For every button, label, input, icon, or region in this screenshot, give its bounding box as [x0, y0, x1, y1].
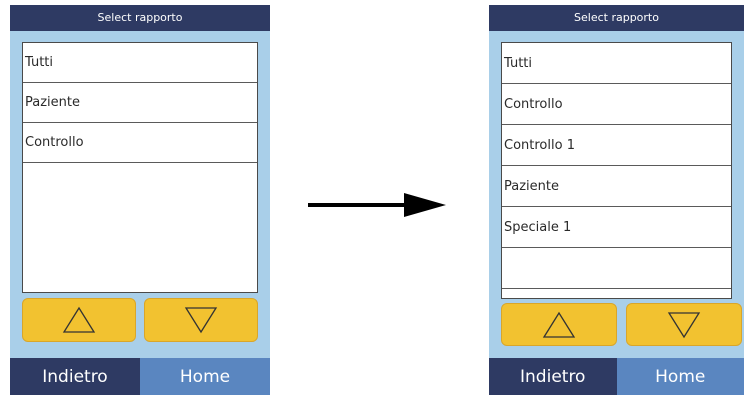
back-button[interactable]: Indietro: [489, 358, 617, 395]
triangle-up-icon: [62, 306, 96, 333]
list-item-label: Tutti: [504, 55, 533, 71]
list-item-speciale-1[interactable]: Speciale 1: [502, 207, 731, 248]
bottom-nav: Indietro Home: [10, 358, 270, 395]
bottom-nav: Indietro Home: [489, 358, 744, 395]
screen-title: Select rapporto: [10, 5, 270, 31]
list-item-paziente[interactable]: Paziente: [502, 166, 731, 207]
scroll-down-button[interactable]: [626, 303, 742, 346]
triangle-up-icon: [542, 311, 576, 338]
screen-after: Select rapporto Tutti Controllo Controll…: [489, 5, 744, 395]
list-item-label: Speciale 1: [504, 219, 572, 235]
list-item-tutti[interactable]: Tutti: [502, 43, 731, 84]
home-button[interactable]: Home: [616, 358, 744, 395]
scroll-up-button[interactable]: [501, 303, 617, 346]
list-item-label: Controllo: [504, 96, 563, 112]
scroll-up-button[interactable]: [22, 298, 136, 342]
list-item-label: Tutti: [25, 55, 54, 70]
list-item-controllo[interactable]: Controllo: [502, 84, 731, 125]
scroll-down-button[interactable]: [144, 298, 258, 342]
screen-before: Select rapporto Tutti Paziente Controllo…: [10, 5, 270, 395]
back-button[interactable]: Indietro: [10, 358, 140, 395]
list-item-label: Controllo: [25, 135, 84, 150]
list-item-empty: [502, 248, 731, 289]
list-item-label: Paziente: [504, 178, 559, 194]
triangle-down-icon: [667, 311, 701, 338]
comparison-stage: Select rapporto Tutti Paziente Controllo…: [0, 0, 755, 398]
home-button[interactable]: Home: [140, 358, 270, 395]
list-item-label: Paziente: [25, 95, 80, 110]
list-item-paziente[interactable]: Paziente: [23, 83, 257, 123]
list-item-label: Controllo 1: [504, 137, 575, 153]
screen-title: Select rapporto: [489, 5, 744, 31]
report-list: Tutti Paziente Controllo: [22, 42, 258, 293]
list-item-tutti[interactable]: Tutti: [23, 43, 257, 83]
report-list: Tutti Controllo Controllo 1 Paziente Spe…: [501, 42, 732, 299]
list-item-controllo-1[interactable]: Controllo 1: [502, 125, 731, 166]
right-arrow-icon: [308, 193, 446, 217]
triangle-down-icon: [184, 307, 218, 334]
list-item-controllo[interactable]: Controllo: [23, 123, 257, 163]
